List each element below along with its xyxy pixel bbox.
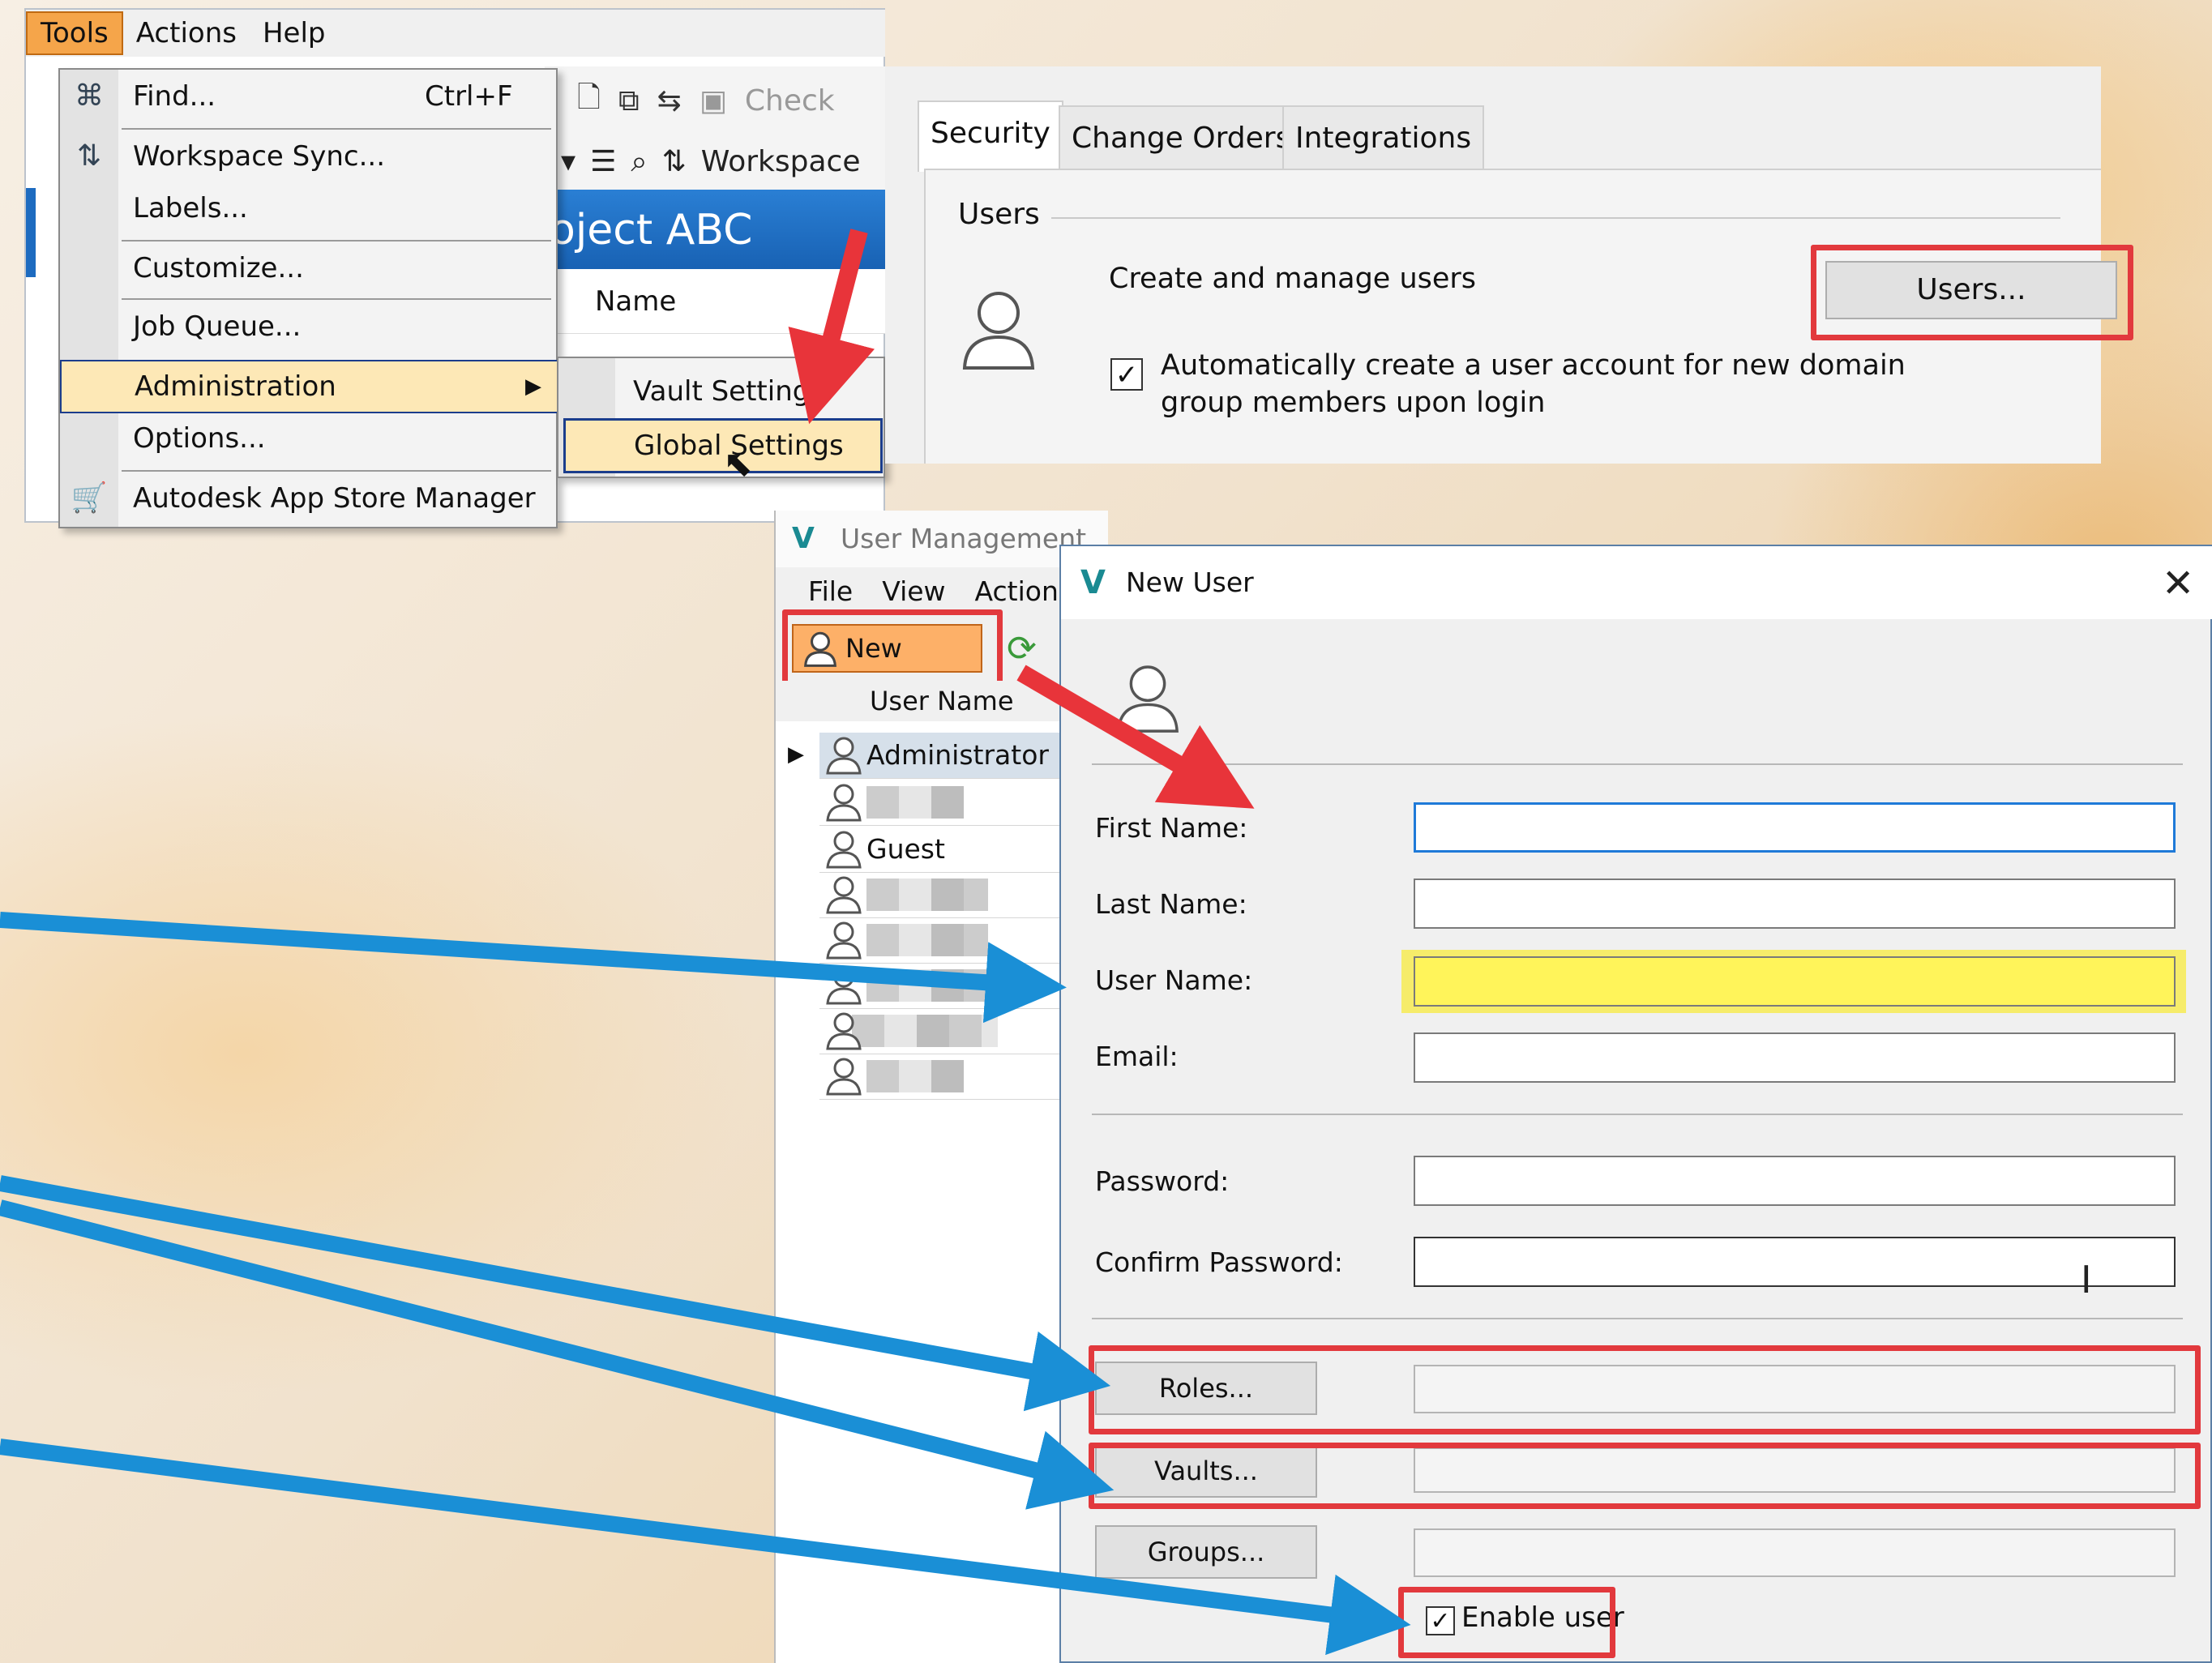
red-arrow-to-global-settings: [788, 229, 875, 425]
blue-arrow-to-user-name: [0, 912, 1067, 1024]
annotation-arrows: [0, 229, 1411, 1656]
blue-arrow-to-enable-user: [0, 1439, 1411, 1656]
red-arrow-to-new-user-dialog: [1016, 665, 1255, 809]
